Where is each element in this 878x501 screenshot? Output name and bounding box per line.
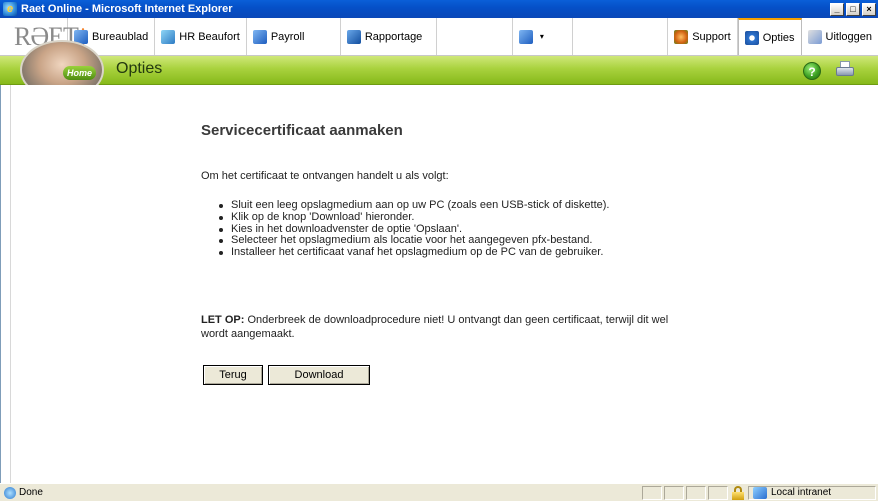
tab-payroll[interactable]: Payroll [247,18,341,55]
list-item: Installeer het certificaat vanaf het ops… [216,246,609,259]
chevron-down-icon: ▾ [539,32,544,41]
tab-label: Uitloggen [825,30,872,43]
report-icon [346,29,361,44]
intranet-icon [753,486,767,499]
logout-icon [807,29,822,44]
tab-support[interactable]: Support [668,18,738,55]
maximize-button[interactable]: □ [846,2,860,16]
content-edge [10,85,11,483]
more-icon [518,29,533,44]
list-item: Klik op de knop 'Download' hieronder. [216,211,609,224]
zone-label: Local intranet [771,487,832,498]
page-status-icon [4,486,16,499]
tab-opties[interactable]: Opties [737,18,802,55]
status-text: Done [19,487,43,498]
nav-spacer [573,18,669,55]
tab-label: Support [692,30,731,43]
warning-text: Onderbreek de downloadprocedure niet! U … [201,314,669,340]
tab-label: HR Beaufort [179,30,240,43]
tab-rapportage[interactable]: Rapportage [341,18,437,55]
tab-empty [437,18,513,55]
status-bar: Done Local intranet [0,483,878,501]
options-icon [744,30,759,45]
minimize-button[interactable]: _ [830,2,844,16]
hr-icon [161,29,176,44]
section-title: Opties [116,60,163,77]
payroll-icon [252,29,267,44]
tab-label: Opties [762,31,795,44]
lock-icon [730,485,746,500]
instruction-list: Sluit een leeg opslagmedium aan op uw PC… [216,199,609,259]
back-button[interactable]: Terug [203,365,263,385]
tab-label: Bureaublad [92,30,149,43]
main-navigation: RƏET ! Bureaublad HR Beaufort Payroll Ra… [0,18,878,56]
main-content [0,85,878,483]
warning-notice: LET OP: Onderbreek de downloadprocedure … [201,313,671,341]
security-zone[interactable]: Local intranet [748,485,876,500]
support-icon [674,29,689,44]
intro-text: Om het certificaat te ontvangen handelt … [201,170,449,182]
status-panel [664,485,684,500]
window-controls: _ □ × [830,2,876,16]
status-panel [708,485,728,500]
help-icon[interactable]: ? [803,62,821,80]
lock-body [732,491,744,500]
status-panel [642,485,662,500]
window-title-bar: e Raet Online - Microsoft Internet Explo… [0,0,878,18]
tab-uitloggen[interactable]: Uitloggen [802,18,878,55]
home-button[interactable]: Home [63,66,97,80]
close-button[interactable]: × [862,2,876,16]
warning-label: LET OP: [201,314,245,326]
tab-label: Payroll [270,30,305,43]
download-button[interactable]: Download [268,365,370,385]
tab-label: Rapportage [364,30,423,43]
print-body [836,67,854,76]
page-title: Servicecertificaat aanmaken [201,122,403,139]
status-panel [686,485,706,500]
print-icon[interactable] [834,60,856,80]
ie-icon: e [3,2,17,16]
tab-more-dropdown[interactable]: ▾ [513,18,573,55]
window-title: Raet Online - Microsoft Internet Explore… [21,3,233,15]
tab-hr-beaufort[interactable]: HR Beaufort [155,18,247,55]
